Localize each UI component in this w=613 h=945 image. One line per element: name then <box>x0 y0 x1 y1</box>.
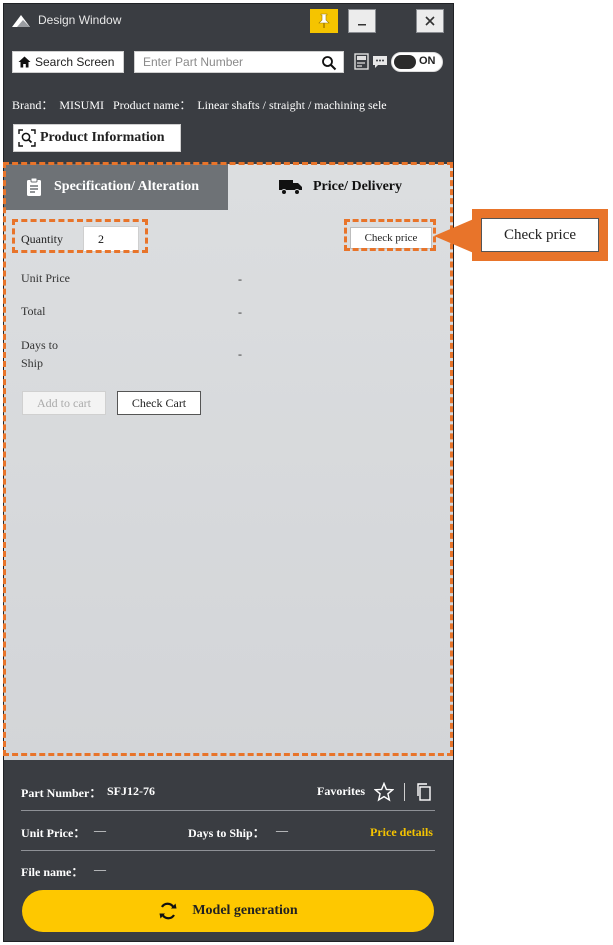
toggle-label: ON <box>419 55 436 67</box>
footer-divider <box>21 850 435 851</box>
close-button[interactable] <box>416 9 444 33</box>
minimize-button[interactable] <box>348 9 376 33</box>
part-number-input[interactable] <box>135 52 315 72</box>
search-screen-label: Search Screen <box>35 55 115 69</box>
brand-product-line: Brand： MISUMI Product name： Linear shafts … <box>12 96 412 114</box>
footer-divider <box>21 810 435 811</box>
title-bar: Design Window <box>4 4 453 38</box>
total-label: Total <box>21 304 46 318</box>
search-screen-button[interactable]: Search Screen <box>12 51 124 73</box>
clipboard-icon <box>26 177 42 197</box>
days-to-ship-label: Days to Ship <box>21 338 58 370</box>
tab-price-label: Price/ Delivery <box>313 179 403 194</box>
truck-icon <box>279 179 303 195</box>
price-details-link[interactable]: Price details <box>370 825 433 840</box>
add-to-cart-button[interactable]: Add to cart <box>22 391 106 415</box>
product-name-value: Linear shafts / straight / machining sel… <box>197 98 387 112</box>
footer-unit-price-value: — <box>94 823 106 837</box>
copy-icon[interactable] <box>416 783 432 801</box>
toolbar: Search Screen ON <box>4 38 453 84</box>
pin-icon <box>318 13 330 28</box>
close-icon <box>425 16 435 26</box>
check-cart-button[interactable]: Check Cart <box>117 391 201 415</box>
toggle-knob <box>394 55 416 69</box>
total-value: - <box>238 305 242 319</box>
check-price-callout: Check price <box>472 209 608 261</box>
days-to-ship-value: - <box>238 347 242 361</box>
callout-arrow-icon <box>434 218 476 254</box>
favorites-divider <box>404 783 405 801</box>
quantity-input[interactable] <box>83 226 139 252</box>
product-name-label: Product name： <box>113 98 192 112</box>
part-number-label: Part Number： <box>21 786 102 800</box>
model-generation-label: Model generation <box>192 903 298 918</box>
tab-specification-alteration[interactable]: Specification/ Alteration <box>4 164 228 210</box>
part-number-search <box>134 51 344 73</box>
minimize-icon <box>358 24 366 26</box>
part-number-value: SFJ12-76 <box>107 784 155 798</box>
model-generation-button[interactable]: Model generation <box>22 890 434 932</box>
window-title: Design Window <box>38 13 122 27</box>
brand-label: Brand： <box>12 98 54 112</box>
check-price-button[interactable]: Check price <box>350 227 432 249</box>
refresh-icon <box>158 901 178 921</box>
on-off-toggle[interactable]: ON <box>391 52 443 72</box>
star-icon[interactable] <box>374 782 394 802</box>
product-information-label: Product Information <box>40 130 165 145</box>
product-information-button[interactable]: Product Information <box>13 124 181 152</box>
detail-panel: Specification/ Alteration Price/ Deliver… <box>4 164 453 760</box>
footer: Part Number： SFJ12-76 Favorites Unit Pri… <box>4 760 453 941</box>
file-name-label: File name： <box>21 865 84 879</box>
unit-price-label: Unit Price <box>21 271 70 285</box>
quantity-label: Quantity <box>21 232 63 246</box>
unit-price-value: - <box>238 272 242 286</box>
footer-days-to-ship-label: Days to Ship： <box>188 826 265 840</box>
file-name-value: — <box>94 862 106 876</box>
footer-unit-price-label: Unit Price： <box>21 826 86 840</box>
footer-days-to-ship-value: — <box>276 823 288 837</box>
design-window: Design Window Search Screen Enter Part N… <box>3 3 454 942</box>
cad-icon[interactable] <box>353 53 371 71</box>
tab-price-delivery[interactable]: Price/ Delivery <box>228 164 453 210</box>
product-search-icon <box>14 129 40 147</box>
pin-button[interactable] <box>310 9 338 33</box>
chat-icon[interactable] <box>371 53 389 71</box>
home-icon <box>13 56 35 68</box>
brand-value: MISUMI <box>59 98 104 112</box>
tab-specification-label: Specification/ Alteration <box>54 179 200 194</box>
callout-check-price-label: Check price <box>481 218 599 252</box>
app-logo-icon <box>12 15 30 27</box>
favorites-label: Favorites <box>317 784 365 798</box>
search-icon[interactable] <box>321 55 337 71</box>
